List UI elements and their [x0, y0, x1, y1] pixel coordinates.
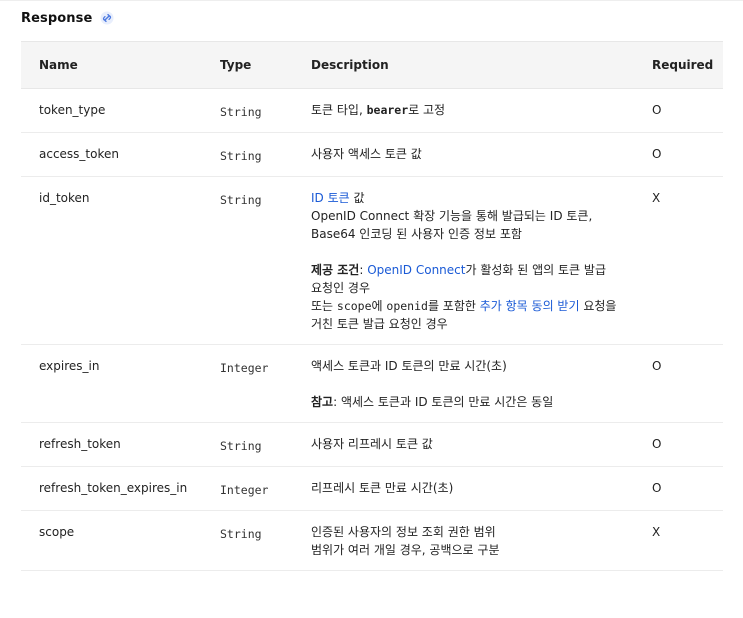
cell-name: access_token: [39, 147, 119, 161]
code-bearer: bearer: [366, 103, 409, 117]
header-required: Required: [652, 58, 714, 72]
table-row: refresh_token_expires_in Integer 리프레시 토큰…: [21, 467, 723, 511]
cell-name: token_type: [39, 103, 106, 117]
table-row: token_type String 토큰 타입, bearer로 고정 O: [21, 89, 723, 133]
desc-text: 가 활성화 된 앱의 토큰 발급: [465, 263, 606, 277]
desc-text: 에: [371, 299, 387, 313]
header-name: Name: [39, 58, 78, 72]
table-row: refresh_token String 사용자 리프레시 토큰 값 O: [21, 423, 723, 467]
cell-name: expires_in: [39, 359, 100, 373]
table-row: access_token String 사용자 액세스 토큰 값 O: [21, 133, 723, 177]
cell-description: 인증된 사용자의 정보 조회 권한 범위 범위가 여러 개일 경우, 공백으로 …: [294, 511, 638, 571]
desc-spacer: [311, 375, 638, 393]
cell-description: 사용자 액세스 토큰 값: [311, 147, 422, 161]
desc-text: 로 고정: [408, 103, 446, 117]
header-description: Description: [311, 58, 389, 72]
desc-line: ID 토큰 값: [311, 189, 638, 207]
cell-name: refresh_token_expires_in: [39, 481, 188, 495]
cell-type: String: [220, 439, 262, 453]
cell-description: 사용자 리프레시 토큰 값: [311, 437, 433, 451]
table-header-row: Name Type Description Required: [21, 41, 723, 89]
cell-type: Integer: [220, 361, 269, 375]
cell-name: id_token: [39, 191, 90, 205]
desc-text: 를 포함한: [427, 299, 480, 313]
desc-line: OpenID Connect 확장 기능을 통해 발급되는 ID 토큰,: [311, 209, 593, 223]
cell-type: String: [220, 105, 262, 119]
note-label: 참고: [311, 395, 334, 409]
desc-line: 참고: 액세스 토큰과 ID 토큰의 만료 시간은 동일: [311, 393, 638, 411]
desc-line: 인증된 사용자의 정보 조회 권한 범위: [311, 525, 496, 539]
cell-required: O: [652, 147, 662, 161]
desc-line: 요청인 경우: [311, 281, 371, 295]
openid-connect-link[interactable]: OpenID Connect: [367, 263, 465, 277]
cell-required: O: [652, 481, 662, 495]
section-heading: Response: [0, 1, 743, 33]
cell-type: String: [220, 193, 262, 207]
cell-description: 리프레시 토큰 만료 시간(초): [311, 481, 454, 495]
table-row: scope String 인증된 사용자의 정보 조회 권한 범위 범위가 여러…: [21, 511, 723, 571]
desc-line: 거친 토큰 발급 요청인 경우: [311, 317, 448, 331]
cell-required: O: [652, 103, 662, 117]
desc-text: 값: [349, 191, 365, 205]
code-scope: scope: [336, 299, 372, 313]
desc-spacer: [311, 243, 638, 261]
table-row: id_token String ID 토큰 값 OpenID Connect 확…: [21, 177, 723, 345]
desc-line: 또는 scope에 openid를 포함한 추가 항목 동의 받기 요청을: [311, 297, 638, 315]
cell-type: Integer: [220, 483, 269, 497]
desc-line: 범위가 여러 개일 경우, 공백으로 구분: [311, 543, 500, 557]
response-table: Name Type Description Required token_typ…: [21, 41, 723, 571]
desc-line: Base64 인코딩 된 사용자 인증 정보 포함: [311, 227, 522, 241]
desc-text: 요청을: [579, 299, 617, 313]
code-openid: openid: [386, 299, 428, 313]
cell-description: 액세스 토큰과 ID 토큰의 만료 시간(초) 참고: 액세스 토큰과 ID 토…: [294, 345, 638, 423]
cell-description: ID 토큰 값 OpenID Connect 확장 기능을 통해 발급되는 ID…: [294, 177, 638, 345]
desc-text: 토큰 타입,: [311, 103, 367, 117]
link-icon[interactable]: [100, 11, 114, 25]
table-row: expires_in Integer 액세스 토큰과 ID 토큰의 만료 시간(…: [21, 345, 723, 423]
desc-text: : 액세스 토큰과 ID 토큰의 만료 시간은 동일: [333, 395, 554, 409]
cell-name: scope: [39, 525, 75, 539]
condition-label: 제공 조건: [311, 263, 360, 277]
cell-type: String: [220, 527, 262, 541]
id-token-link[interactable]: ID 토큰: [311, 191, 350, 205]
desc-text: 또는: [311, 299, 337, 313]
desc-line: 제공 조건: OpenID Connect가 활성화 된 앱의 토큰 발급: [311, 261, 638, 279]
cell-name: refresh_token: [39, 437, 121, 451]
header-type: Type: [220, 58, 252, 72]
cell-required: X: [652, 191, 661, 205]
cell-type: String: [220, 149, 262, 163]
cell-required: X: [652, 525, 661, 539]
desc-line: 액세스 토큰과 ID 토큰의 만료 시간(초): [311, 359, 507, 373]
cell-required: O: [652, 359, 662, 373]
cell-required: O: [652, 437, 662, 451]
additional-consent-link[interactable]: 추가 항목 동의 받기: [480, 299, 580, 313]
cell-description: 토큰 타입, bearer로 고정: [294, 89, 638, 133]
section-title: Response: [21, 10, 93, 26]
